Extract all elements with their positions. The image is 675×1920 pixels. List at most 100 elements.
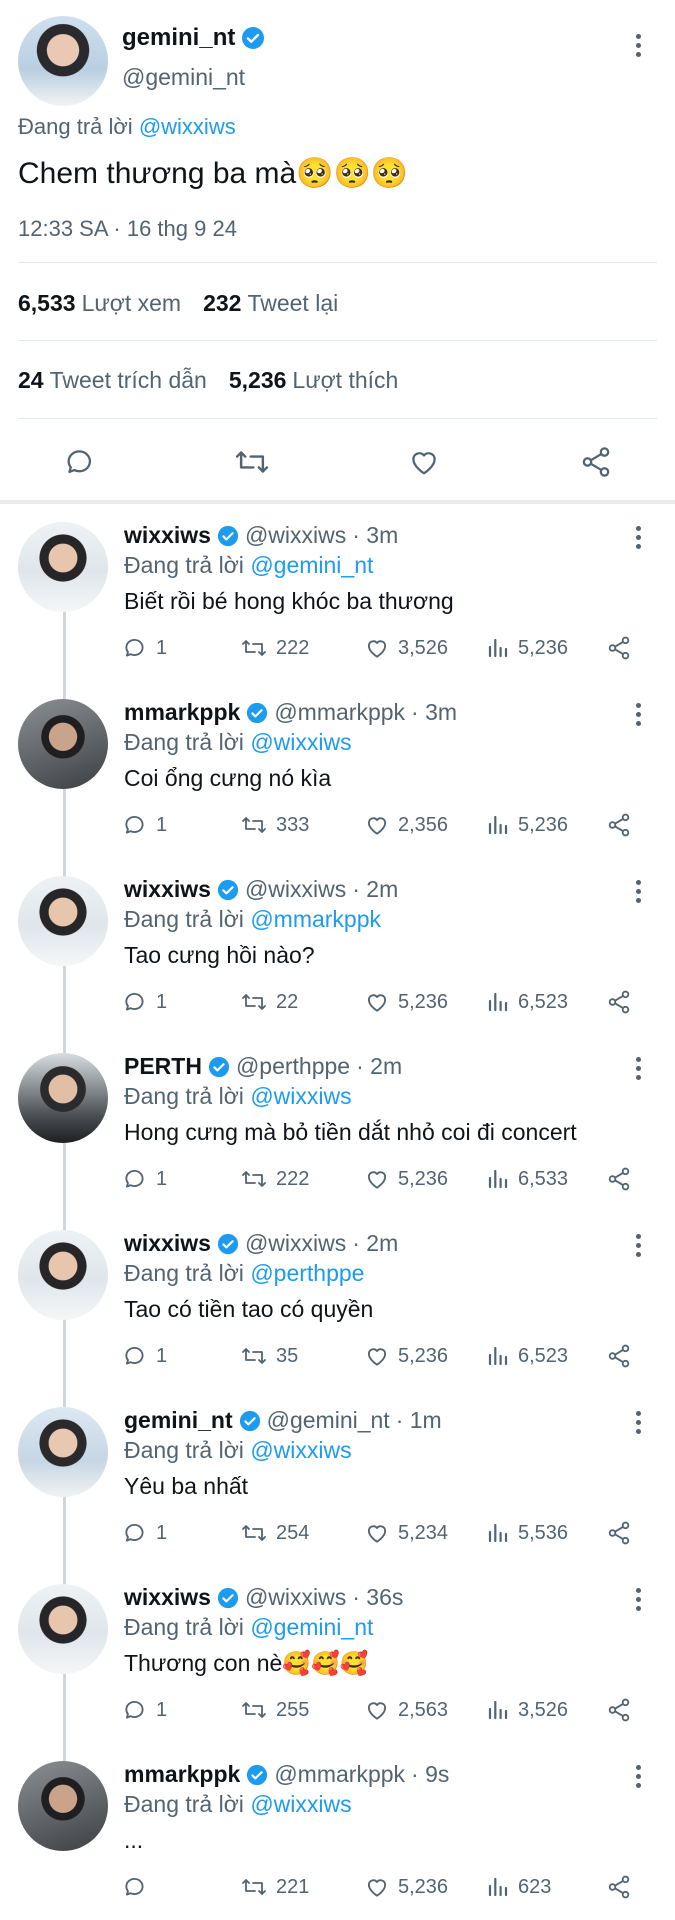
author-name[interactable]: gemini_nt — [124, 1407, 233, 1434]
reply-button[interactable]: 1 — [122, 809, 167, 841]
likes-stat[interactable]: 5,236 Lượt thích — [229, 367, 398, 394]
reply-tweet[interactable]: wixxiws @wixxiws · 3m Đang trả lời @gemi… — [0, 508, 675, 685]
quotes-stat[interactable]: 24 Tweet trích dẫn — [18, 367, 207, 394]
share-button[interactable] — [606, 632, 632, 664]
retweet-button[interactable]: 221 — [240, 1871, 309, 1903]
avatar[interactable] — [18, 16, 108, 106]
reply-time[interactable]: · 3m — [352, 522, 398, 549]
more-options-icon[interactable] — [623, 522, 653, 552]
author-name[interactable]: wixxiws — [124, 1230, 211, 1257]
reply-time[interactable]: · 9s — [411, 1761, 449, 1788]
reply-tweet[interactable]: mmarkppk @mmarkppk · 9s Đang trả lời @wi… — [0, 1747, 675, 1920]
tweet-timestamp[interactable]: 12:33 SA · 16 thg 9 24 — [18, 216, 237, 242]
author-name-row[interactable]: gemini_nt — [122, 24, 265, 52]
reply-button[interactable] — [122, 1871, 156, 1903]
reply-button[interactable]: 1 — [122, 1694, 167, 1726]
share-button[interactable] — [606, 1340, 632, 1372]
reply-button[interactable]: 1 — [122, 1163, 167, 1195]
like-button[interactable]: 5,236 — [364, 1340, 448, 1372]
views-button[interactable]: 6,523 — [486, 986, 568, 1018]
more-options-icon[interactable] — [623, 1407, 653, 1437]
reply-tweet[interactable]: mmarkppk @mmarkppk · 3m Đang trả lời @wi… — [0, 685, 675, 862]
more-options-icon[interactable] — [623, 876, 653, 906]
author-handle[interactable]: @mmarkppk — [274, 1761, 405, 1788]
author-name[interactable]: mmarkppk — [124, 1761, 240, 1788]
reply-time[interactable]: · 36s — [352, 1584, 403, 1611]
reply-time[interactable]: · 2m — [352, 1230, 398, 1257]
like-button[interactable]: 2,563 — [364, 1694, 448, 1726]
avatar[interactable] — [18, 1230, 108, 1320]
reply-mention-link[interactable]: @wixxiws — [139, 114, 236, 139]
reply-tweet[interactable]: wixxiws @wixxiws · 2m Đang trả lời @pert… — [0, 1216, 675, 1393]
author-handle[interactable]: @wixxiws — [245, 1230, 346, 1257]
views-button[interactable]: 6,533 — [486, 1163, 568, 1195]
more-options-icon[interactable] — [623, 1584, 653, 1614]
author-name[interactable]: wixxiws — [124, 522, 211, 549]
views-button[interactable]: 3,526 — [486, 1694, 568, 1726]
retweet-button[interactable]: 254 — [240, 1517, 309, 1549]
like-button[interactable]: 3,526 — [364, 632, 448, 664]
like-button[interactable]: 5,234 — [364, 1517, 448, 1549]
like-button[interactable]: 5,236 — [364, 1163, 448, 1195]
reply-mention-link[interactable]: @perthppe — [250, 1260, 364, 1286]
reply-button[interactable]: 1 — [122, 1340, 167, 1372]
author-handle[interactable]: @mmarkppk — [274, 699, 405, 726]
views-button[interactable]: 623 — [486, 1871, 551, 1903]
retweet-button[interactable]: 222 — [240, 632, 309, 664]
retweet-button[interactable]: 22 — [240, 986, 298, 1018]
author-name[interactable]: PERTH — [124, 1053, 202, 1080]
more-options-icon[interactable] — [623, 699, 653, 729]
reply-mention-link[interactable]: @wixxiws — [250, 729, 351, 755]
more-options-icon[interactable] — [623, 1230, 653, 1260]
reply-mention-link[interactable]: @wixxiws — [250, 1083, 351, 1109]
more-options-icon[interactable] — [623, 1761, 653, 1791]
avatar[interactable] — [18, 699, 108, 789]
retweet-icon[interactable] — [228, 438, 276, 486]
share-button[interactable] — [606, 1871, 632, 1903]
like-icon[interactable] — [400, 438, 448, 486]
reply-tweet[interactable]: gemini_nt @gemini_nt · 1m Đang trả lời @… — [0, 1393, 675, 1570]
share-button[interactable] — [606, 986, 632, 1018]
reply-tweet[interactable]: PERTH @perthppe · 2m Đang trả lời @wixxi… — [0, 1039, 675, 1216]
author-handle[interactable]: @wixxiws — [245, 522, 346, 549]
share-button[interactable] — [606, 809, 632, 841]
reply-button[interactable]: 1 — [122, 632, 167, 664]
views-button[interactable]: 6,523 — [486, 1340, 568, 1372]
reply-icon[interactable] — [56, 438, 104, 486]
author-name[interactable]: wixxiws — [124, 876, 211, 903]
author-handle[interactable]: @perthppe — [236, 1053, 350, 1080]
share-button[interactable] — [606, 1517, 632, 1549]
retweet-button[interactable]: 222 — [240, 1163, 309, 1195]
reply-button[interactable]: 1 — [122, 1517, 167, 1549]
more-options-icon[interactable] — [623, 30, 653, 60]
share-button[interactable] — [606, 1694, 632, 1726]
avatar[interactable] — [18, 522, 108, 612]
avatar[interactable] — [18, 1053, 108, 1143]
avatar[interactable] — [18, 1761, 108, 1851]
reply-time[interactable]: · 2m — [352, 876, 398, 903]
like-button[interactable]: 5,236 — [364, 1871, 448, 1903]
avatar[interactable] — [18, 1584, 108, 1674]
like-button[interactable]: 2,356 — [364, 809, 448, 841]
author-handle[interactable]: @gemini_nt — [122, 64, 245, 91]
author-name[interactable]: mmarkppk — [124, 699, 240, 726]
reply-time[interactable]: · 2m — [356, 1053, 402, 1080]
author-name[interactable]: gemini_nt — [122, 24, 235, 52]
author-handle[interactable]: @wixxiws — [245, 1584, 346, 1611]
reply-mention-link[interactable]: @gemini_nt — [250, 552, 373, 578]
more-options-icon[interactable] — [623, 1053, 653, 1083]
author-handle[interactable]: @wixxiws — [245, 876, 346, 903]
reply-mention-link[interactable]: @gemini_nt — [250, 1614, 373, 1640]
retweet-button[interactable]: 333 — [240, 809, 309, 841]
share-icon[interactable] — [572, 438, 620, 486]
reply-mention-link[interactable]: @wixxiws — [250, 1437, 351, 1463]
retweet-button[interactable]: 255 — [240, 1694, 309, 1726]
reply-time[interactable]: · 3m — [411, 699, 457, 726]
reply-mention-link[interactable]: @mmarkppk — [250, 906, 381, 932]
views-button[interactable]: 5,536 — [486, 1517, 568, 1549]
share-button[interactable] — [606, 1163, 632, 1195]
reply-tweet[interactable]: wixxiws @wixxiws · 36s Đang trả lời @gem… — [0, 1570, 675, 1747]
views-button[interactable]: 5,236 — [486, 809, 568, 841]
author-handle[interactable]: @gemini_nt — [267, 1407, 390, 1434]
reply-button[interactable]: 1 — [122, 986, 167, 1018]
